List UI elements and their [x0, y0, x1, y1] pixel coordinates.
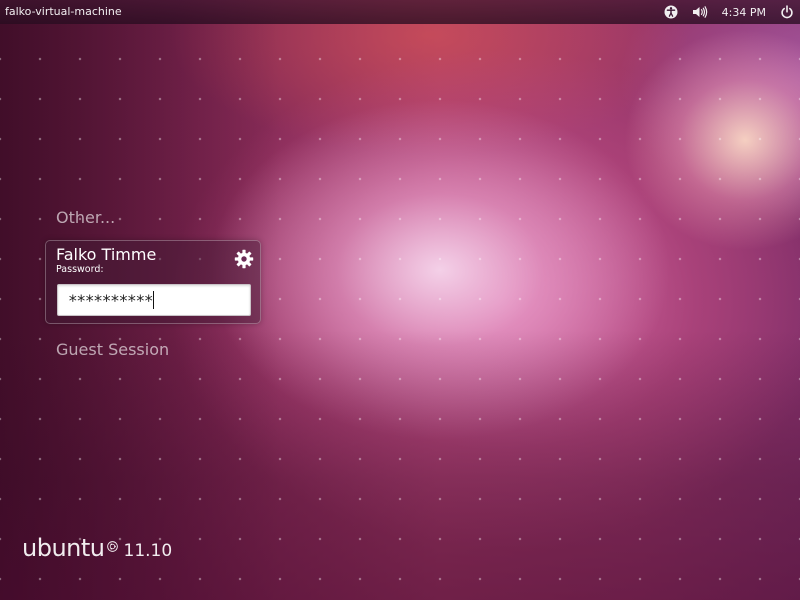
password-label: Password:	[56, 264, 104, 275]
hostname-label: falko-virtual-machine	[5, 5, 122, 18]
guest-session-entry[interactable]: Guest Session	[56, 340, 169, 359]
password-field[interactable]: **********	[57, 284, 251, 316]
gear-icon[interactable]	[234, 249, 254, 269]
volume-icon[interactable]	[692, 5, 708, 19]
text-cursor	[153, 291, 155, 309]
other-user-entry[interactable]: Other...	[56, 208, 115, 227]
power-icon[interactable]	[780, 5, 794, 19]
user-name: Falko Timme	[56, 245, 157, 264]
accessibility-icon[interactable]	[664, 5, 678, 19]
password-value: **********	[68, 290, 154, 310]
circle-of-friends-icon	[106, 537, 118, 556]
top-panel: falko-virtual-machine 4:34 PM	[0, 0, 800, 24]
clock-indicator[interactable]: 4:34 PM	[722, 6, 766, 19]
ubuntu-wordmark: ubuntu	[22, 534, 105, 562]
selected-user-box: Falko Timme Password: **********	[45, 240, 261, 324]
ubuntu-version: 11.10	[123, 541, 173, 561]
indicator-area: 4:34 PM	[650, 0, 794, 24]
ubuntu-branding: ubuntu 11.10	[22, 534, 172, 562]
